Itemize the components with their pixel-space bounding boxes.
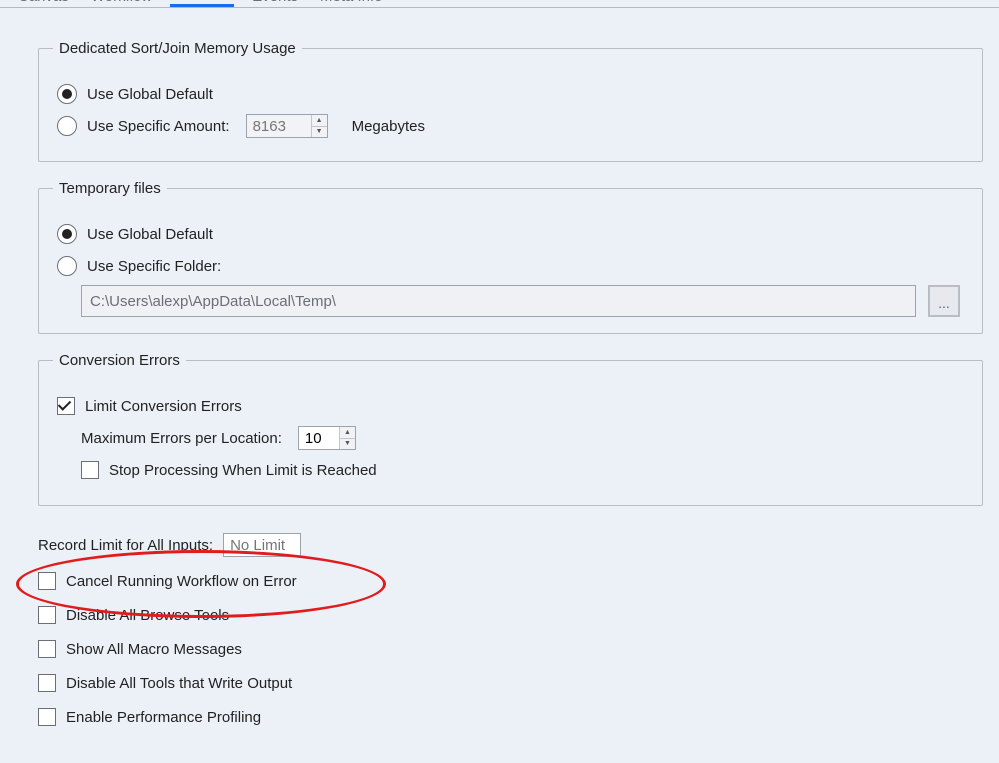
temp-files-legend: Temporary files (53, 180, 167, 197)
memory-amount-input[interactable] (247, 115, 311, 137)
spinner-down-icon[interactable]: ▼ (312, 127, 327, 138)
temp-folder-path-input[interactable] (81, 285, 916, 317)
disable-browse-tools-checkbox[interactable] (38, 606, 56, 624)
memory-usage-legend: Dedicated Sort/Join Memory Usage (53, 40, 302, 57)
record-limit-input[interactable] (223, 533, 301, 557)
show-macro-messages-checkbox[interactable] (38, 640, 56, 658)
memory-global-default-label: Use Global Default (87, 86, 213, 103)
spinner-down-icon[interactable]: ▼ (340, 439, 355, 450)
spinner-up-icon[interactable]: ▲ (340, 427, 355, 439)
tab-meta-info[interactable]: Meta Info (316, 0, 387, 7)
temp-specific-folder-label: Use Specific Folder: (87, 258, 221, 275)
limit-conversion-errors-checkbox[interactable] (57, 397, 75, 415)
disable-write-output-checkbox[interactable] (38, 674, 56, 692)
tab-canvas[interactable]: Canvas (14, 0, 73, 7)
config-tabs: Canvas Workflow Runtime Events Meta Info (0, 0, 999, 8)
temp-specific-folder-radio[interactable] (57, 256, 77, 276)
tab-events[interactable]: Events (248, 0, 302, 7)
show-macro-messages-label: Show All Macro Messages (66, 641, 242, 658)
max-errors-spinner[interactable]: ▲ ▼ (298, 426, 356, 450)
stop-processing-label: Stop Processing When Limit is Reached (109, 462, 377, 479)
tab-workflow[interactable]: Workflow (87, 0, 156, 7)
limit-conversion-errors-label: Limit Conversion Errors (85, 398, 242, 415)
ellipsis-icon: ... (938, 295, 950, 311)
temp-files-group: Temporary files Use Global Default Use S… (38, 180, 983, 334)
cancel-on-error-checkbox[interactable] (38, 572, 56, 590)
memory-usage-group: Dedicated Sort/Join Memory Usage Use Glo… (38, 40, 983, 162)
disable-write-output-label: Disable All Tools that Write Output (66, 675, 292, 692)
performance-profiling-label: Enable Performance Profiling (66, 709, 261, 726)
memory-global-default-radio[interactable] (57, 84, 77, 104)
conversion-errors-group: Conversion Errors Limit Conversion Error… (38, 352, 983, 506)
memory-specific-amount-label: Use Specific Amount: (87, 118, 230, 135)
spinner-up-icon[interactable]: ▲ (312, 115, 327, 127)
memory-specific-amount-radio[interactable] (57, 116, 77, 136)
runtime-page: Dedicated Sort/Join Memory Usage Use Glo… (0, 8, 999, 730)
stop-processing-checkbox[interactable] (81, 461, 99, 479)
tab-runtime[interactable]: Runtime (170, 0, 234, 7)
max-errors-label: Maximum Errors per Location: (81, 430, 282, 447)
conversion-errors-legend: Conversion Errors (53, 352, 186, 369)
temp-global-default-radio[interactable] (57, 224, 77, 244)
runtime-options: Record Limit for All Inputs: Cancel Runn… (38, 532, 983, 730)
performance-profiling-checkbox[interactable] (38, 708, 56, 726)
disable-browse-tools-label: Disable All Browse Tools (66, 607, 229, 624)
memory-unit-label: Megabytes (352, 118, 425, 135)
max-errors-input[interactable] (299, 427, 339, 449)
browse-folder-button[interactable]: ... (928, 285, 960, 317)
memory-amount-spinner[interactable]: ▲ ▼ (246, 114, 328, 138)
cancel-on-error-label: Cancel Running Workflow on Error (66, 573, 297, 590)
temp-global-default-label: Use Global Default (87, 226, 213, 243)
record-limit-label: Record Limit for All Inputs: (38, 537, 213, 554)
